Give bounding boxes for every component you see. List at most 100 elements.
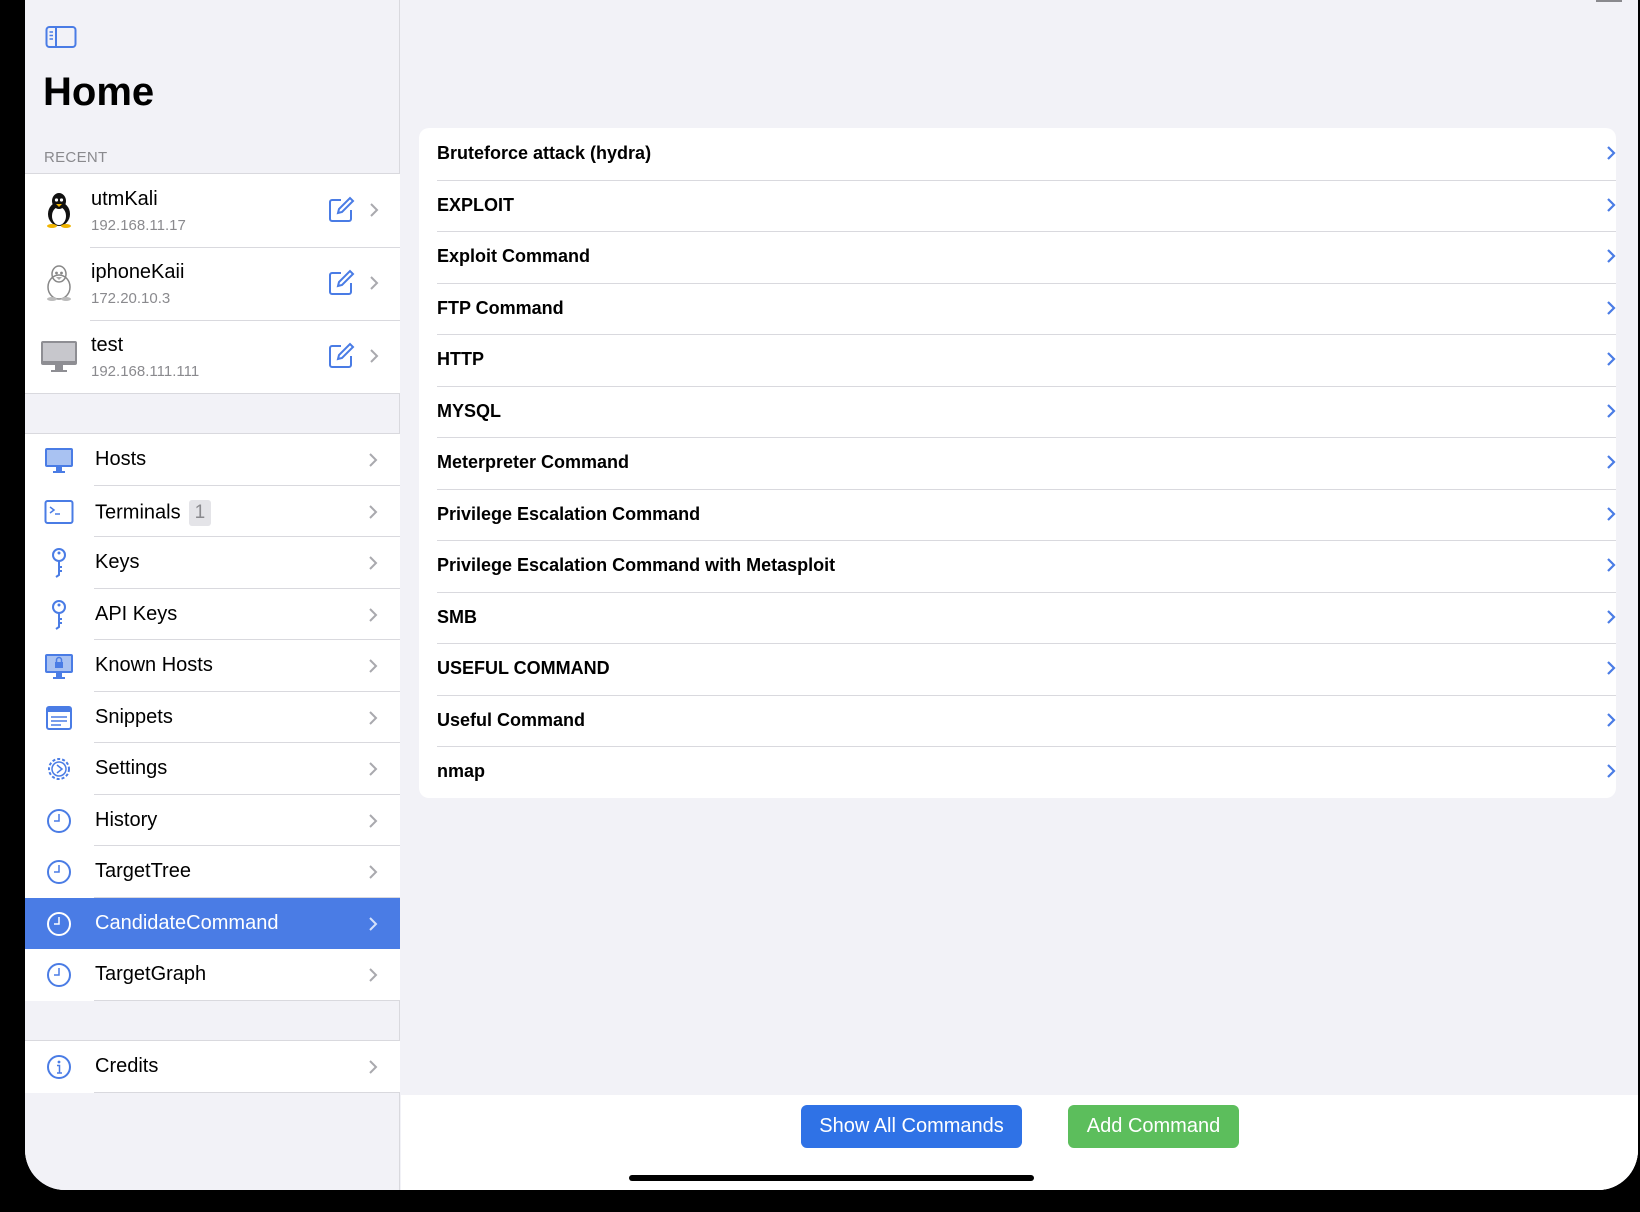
main-content: Bruteforce attack (hydra) EXPLOIT Exploit …	[401, 0, 1638, 1190]
chevron-right-icon	[369, 865, 378, 879]
recent-host-test[interactable]: test 192.168.111.111	[25, 320, 400, 393]
sidebar-item-label-text: Terminals	[95, 500, 181, 523]
recent-hosts-list: utmKali 192.168.11.17 iphoneKaii 172.20.…	[25, 173, 400, 394]
chevron-right-icon	[369, 710, 378, 725]
command-category-label: HTTP	[437, 349, 484, 369]
command-category-row[interactable]: Exploit Command	[419, 231, 1616, 283]
sidebar-item-label: Credits	[95, 1055, 159, 1077]
add-command-button[interactable]: Add Command	[1068, 1105, 1239, 1148]
sidebar-item-credits[interactable]: Credits	[25, 1041, 400, 1093]
recent-host-ip: 172.20.10.3	[91, 290, 171, 307]
edit-icon[interactable]	[327, 196, 355, 224]
chevron-right-icon	[369, 916, 378, 931]
chevron-right-icon	[370, 349, 379, 363]
command-category-label: SMB	[437, 606, 477, 627]
chevron-right-icon	[369, 504, 378, 519]
chevron-right-icon	[1607, 506, 1616, 521]
command-category-label: Meterpreter Command	[437, 452, 630, 472]
sidebar-item-terminals[interactable]: Terminals 1	[25, 486, 400, 538]
command-category-row[interactable]: Useful Command	[419, 694, 1616, 747]
gear-icon	[43, 754, 75, 784]
command-category-row[interactable]: MYSQL	[419, 385, 1616, 438]
locked-monitor-icon	[43, 651, 75, 681]
chevron-right-icon	[369, 556, 378, 570]
credits-section: Credits	[25, 1040, 400, 1093]
command-category-row[interactable]: Meterpreter Command	[419, 437, 1616, 489]
home-indicator[interactable]	[629, 1175, 1034, 1181]
command-category-label: Privilege Escalation Command with Metasp…	[437, 555, 836, 575]
chevron-right-icon	[369, 453, 378, 467]
sidebar-item-label: Terminals 1	[95, 499, 212, 526]
sidebar-nav-list: Hosts Terminals 1 Keys API Keys Known Hos	[25, 433, 400, 1001]
command-category-label: EXPLOIT	[437, 194, 515, 215]
clock-icon	[43, 857, 75, 887]
bottom-toolbar: Show All Commands Add Command	[401, 1095, 1638, 1190]
sidebar-item-hosts[interactable]: Hosts	[25, 434, 400, 486]
clock-icon	[43, 806, 75, 836]
sidebar-item-label: Snippets	[95, 705, 173, 728]
command-category-row[interactable]: Privilege Escalation Command	[419, 488, 1616, 541]
command-category-row[interactable]: FTP Command	[419, 282, 1616, 335]
chevron-right-icon	[369, 607, 378, 622]
command-category-list: Bruteforce attack (hydra) EXPLOIT Exploit …	[419, 128, 1616, 798]
command-category-label: Bruteforce attack (hydra)	[437, 143, 652, 163]
terminal-icon	[43, 497, 75, 527]
chevron-right-icon	[1607, 661, 1616, 675]
terminals-count-badge: 1	[188, 499, 212, 526]
command-category-label: USEFUL COMMAND	[437, 658, 610, 678]
snippet-icon	[43, 703, 75, 733]
sidebar-item-keys[interactable]: Keys	[25, 537, 400, 589]
show-all-commands-button[interactable]: Show All Commands	[801, 1105, 1022, 1148]
recent-host-iphonekaii[interactable]: iphoneKaii 172.20.10.3	[25, 247, 400, 320]
sidebar-item-candidatecommand[interactable]: CandidateCommand	[25, 897, 400, 949]
edit-icon[interactable]	[327, 342, 355, 370]
chevron-right-icon	[1607, 764, 1616, 778]
recent-host-name: utmKali	[91, 188, 158, 210]
chevron-right-icon	[1607, 609, 1616, 624]
command-category-label: FTP Command	[437, 297, 564, 318]
sidebar-item-settings[interactable]: Settings	[25, 743, 400, 795]
command-category-row[interactable]: Privilege Escalation Command with Metasp…	[419, 540, 1616, 592]
sidebar-item-label: Known Hosts	[95, 654, 213, 676]
page-title: Home	[43, 70, 155, 114]
chevron-right-icon	[1607, 403, 1616, 418]
sidebar-toggle-icon[interactable]	[45, 24, 77, 50]
command-category-row[interactable]: USEFUL COMMAND	[419, 643, 1616, 695]
chevron-right-icon	[1607, 352, 1616, 366]
recent-host-name: iphoneKaii	[91, 261, 185, 283]
chevron-right-icon	[369, 1060, 378, 1074]
command-category-row[interactable]: EXPLOIT	[419, 179, 1616, 232]
sidebar-item-targetgraph[interactable]: TargetGraph	[25, 949, 400, 1001]
sidebar-item-targettree[interactable]: TargetTree	[25, 846, 400, 898]
recent-host-name: test	[91, 334, 124, 356]
sidebar-item-snippets[interactable]: Snippets	[25, 692, 400, 744]
sidebar: Home RECENT utmKali 192.168.11.17 iphone…	[25, 0, 400, 1190]
chevron-right-icon	[1607, 249, 1616, 263]
sidebar-item-label: API Keys	[95, 602, 178, 625]
command-category-row[interactable]: HTTP	[419, 334, 1616, 386]
linux-penguin-icon	[39, 190, 79, 230]
chevron-right-icon	[1607, 455, 1616, 469]
sidebar-item-history[interactable]: History	[25, 795, 400, 847]
command-category-row[interactable]: SMB	[419, 591, 1616, 644]
command-category-label: Privilege Escalation Command	[437, 503, 701, 524]
sidebar-item-label: CandidateCommand	[95, 911, 279, 934]
sidebar-item-label: History	[95, 808, 158, 831]
recent-host-ip: 192.168.11.17	[91, 217, 186, 234]
command-category-row[interactable]: nmap	[419, 746, 1616, 798]
sidebar-item-api-keys[interactable]: API Keys	[25, 589, 400, 641]
key-icon	[43, 548, 75, 578]
chevron-right-icon	[1607, 146, 1616, 160]
monitor-icon	[43, 445, 75, 475]
edit-icon[interactable]	[327, 269, 355, 297]
clock-icon	[43, 909, 75, 939]
recent-host-utmkali[interactable]: utmKali 192.168.11.17	[25, 174, 400, 247]
sidebar-item-known-hosts[interactable]: Known Hosts	[25, 640, 400, 692]
chevron-right-icon	[370, 203, 379, 217]
sidebar-item-label: Keys	[95, 551, 140, 573]
chevron-right-icon	[1607, 712, 1616, 727]
chevron-right-icon	[369, 762, 378, 776]
info-icon	[43, 1052, 75, 1082]
command-category-row[interactable]: Bruteforce attack (hydra)	[419, 128, 1616, 180]
command-category-label: Useful Command	[437, 709, 586, 730]
